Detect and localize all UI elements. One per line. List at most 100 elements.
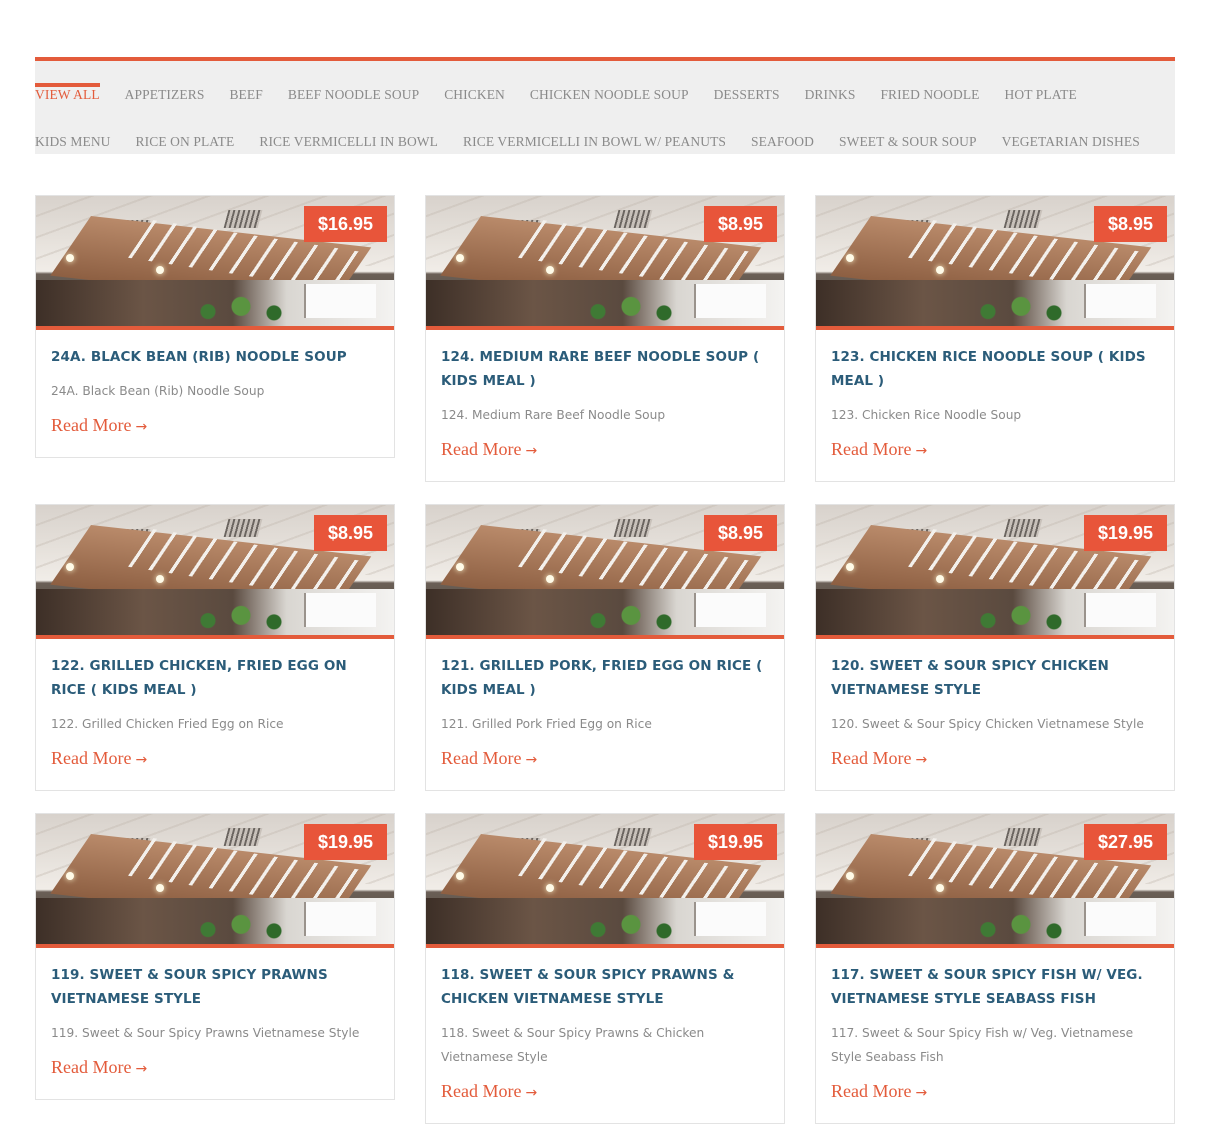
read-more-label: Read More [51,748,132,768]
price-badge: $16.95 [303,206,387,242]
photo-plants [576,605,686,631]
photo-lamp [456,254,464,262]
read-more-label: Read More [831,1081,912,1101]
read-more-link[interactable]: Read More → [831,437,927,463]
read-more-link[interactable]: Read More → [831,1079,927,1105]
menu-card: $27.95 117. SWEET & SOUR SPICY FISH W/ V… [815,813,1175,1124]
photo-window [304,902,376,936]
menu-card: $19.95 120. SWEET & SOUR SPICY CHICKEN V… [815,504,1175,791]
photo-plants [966,605,1076,631]
menu-card: $16.95 24A. BLACK BEAN (RIB) NOODLE SOUP… [35,195,395,458]
dish-title[interactable]: 119. SWEET & SOUR SPICY PRAWNS VIETNAMES… [51,963,379,1011]
dish-description: 121. Grilled Pork Fried Egg on Rice [441,717,652,731]
dish-description: 124. Medium Rare Beef Noodle Soup [441,408,666,422]
dish-photo[interactable]: $8.95 [816,196,1174,330]
dish-photo[interactable]: $19.95 [36,814,394,948]
photo-lamp [66,563,74,571]
photo-window [694,593,766,627]
filter-beef-noodle-soup[interactable]: BEEF NOODLE SOUP [288,87,419,103]
read-more-link[interactable]: Read More → [51,1055,147,1081]
dish-photo[interactable]: $19.95 [816,505,1174,639]
filter-drinks[interactable]: DRINKS [805,87,856,103]
card-body: 119. SWEET & SOUR SPICY PRAWNS VIETNAMES… [36,948,394,1099]
dish-title[interactable]: 123. CHICKEN RICE NOODLE SOUP ( KIDS MEA… [831,345,1159,393]
photo-vent [223,519,263,537]
filter-chicken-noodle-soup[interactable]: CHICKEN NOODLE SOUP [530,87,689,103]
dish-description: 118. Sweet & Sour Spicy Prawns & Chicken… [441,1026,705,1064]
photo-plants [186,296,296,322]
filter-rice-vermicelli-in-bowl[interactable]: RICE VERMICELLI IN BOWL [259,134,438,150]
menu-card: $8.95 124. MEDIUM RARE BEEF NOODLE SOUP … [425,195,785,482]
dish-photo[interactable]: $8.95 [36,505,394,639]
dish-title[interactable]: 122. GRILLED CHICKEN, FRIED EGG ON RICE … [51,654,379,702]
dish-photo[interactable]: $16.95 [36,196,394,330]
filter-kids-menu[interactable]: KIDS MENU [35,134,111,150]
filter-rice-vermicelli-in-bowl-peanuts[interactable]: RICE VERMICELLI IN BOWL W/ PEANUTS [463,134,726,150]
photo-plants [966,296,1076,322]
read-more-label: Read More [51,1057,132,1077]
arrow-right-icon: → [915,752,928,768]
read-more-link[interactable]: Read More → [441,437,537,463]
read-more-label: Read More [831,748,912,768]
dish-photo[interactable]: $27.95 [816,814,1174,948]
filter-rice-on-plate[interactable]: RICE ON PLATE [136,134,235,150]
filter-appetizers[interactable]: APPETIZERS [125,87,205,103]
dish-title[interactable]: 24A. BLACK BEAN (RIB) NOODLE SOUP [51,345,379,369]
filter-seafood[interactable]: SEAFOOD [751,134,814,150]
photo-window [694,902,766,936]
arrow-right-icon: → [525,443,538,459]
photo-window [1084,593,1156,627]
photo-lamp [936,575,944,583]
filter-fried-noodle[interactable]: FRIED NOODLE [880,87,979,103]
read-more-link[interactable]: Read More → [51,746,147,772]
arrow-right-icon: → [525,1085,538,1101]
price-badge: $8.95 [703,515,777,551]
photo-plants [576,914,686,940]
card-body: 118. SWEET & SOUR SPICY PRAWNS & CHICKEN… [426,948,784,1123]
photo-window [1084,284,1156,318]
card-body: 123. CHICKEN RICE NOODLE SOUP ( KIDS MEA… [816,330,1174,481]
price-badge: $19.95 [693,824,777,860]
read-more-link[interactable]: Read More → [51,413,147,439]
photo-vent [613,828,653,846]
dish-title[interactable]: 117. SWEET & SOUR SPICY FISH W/ VEG. VIE… [831,963,1159,1011]
card-body: 117. SWEET & SOUR SPICY FISH W/ VEG. VIE… [816,948,1174,1123]
dish-photo[interactable]: $19.95 [426,814,784,948]
arrow-right-icon: → [915,443,928,459]
dish-description: 24A. Black Bean (Rib) Noodle Soup [51,384,265,398]
dish-title[interactable]: 120. SWEET & SOUR SPICY CHICKEN VIETNAME… [831,654,1159,702]
dish-title[interactable]: 121. GRILLED PORK, FRIED EGG ON RICE ( K… [441,654,769,702]
photo-lamp [936,266,944,274]
read-more-label: Read More [831,439,912,459]
card-body: 124. MEDIUM RARE BEEF NOODLE SOUP ( KIDS… [426,330,784,481]
menu-card: $19.95 118. SWEET & SOUR SPICY PRAWNS & … [425,813,785,1124]
dish-photo[interactable]: $8.95 [426,196,784,330]
filter-desserts[interactable]: DESSERTS [714,87,780,103]
read-more-link[interactable]: Read More → [831,746,927,772]
photo-vent [1003,828,1043,846]
photo-lamp [936,884,944,892]
photo-plants [576,296,686,322]
read-more-link[interactable]: Read More → [441,1079,537,1105]
dish-title[interactable]: 124. MEDIUM RARE BEEF NOODLE SOUP ( KIDS… [441,345,769,393]
photo-plants [186,914,296,940]
photo-vent [223,210,263,228]
filter-chicken[interactable]: CHICKEN [444,87,505,103]
filter-sweet-sour-soup[interactable]: SWEET & SOUR SOUP [839,134,977,150]
filter-beef[interactable]: BEEF [229,87,262,103]
photo-vent [613,519,653,537]
read-more-link[interactable]: Read More → [441,746,537,772]
dish-photo[interactable]: $8.95 [426,505,784,639]
photo-lamp [156,266,164,274]
filter-view-all[interactable]: VIEW ALL [35,83,100,103]
menu-card: $8.95 123. CHICKEN RICE NOODLE SOUP ( KI… [815,195,1175,482]
photo-window [694,284,766,318]
filter-vegetarian-dishes[interactable]: VEGETARIAN DISHES [1002,134,1140,150]
menu-card: $8.95 121. GRILLED PORK, FRIED EGG ON RI… [425,504,785,791]
dish-title[interactable]: 118. SWEET & SOUR SPICY PRAWNS & CHICKEN… [441,963,769,1011]
photo-lamp [546,575,554,583]
photo-lamp [66,872,74,880]
photo-plants [186,605,296,631]
dish-description: 119. Sweet & Sour Spicy Prawns Vietnames… [51,1026,360,1040]
filter-hot-plate[interactable]: HOT PLATE [1005,87,1077,103]
